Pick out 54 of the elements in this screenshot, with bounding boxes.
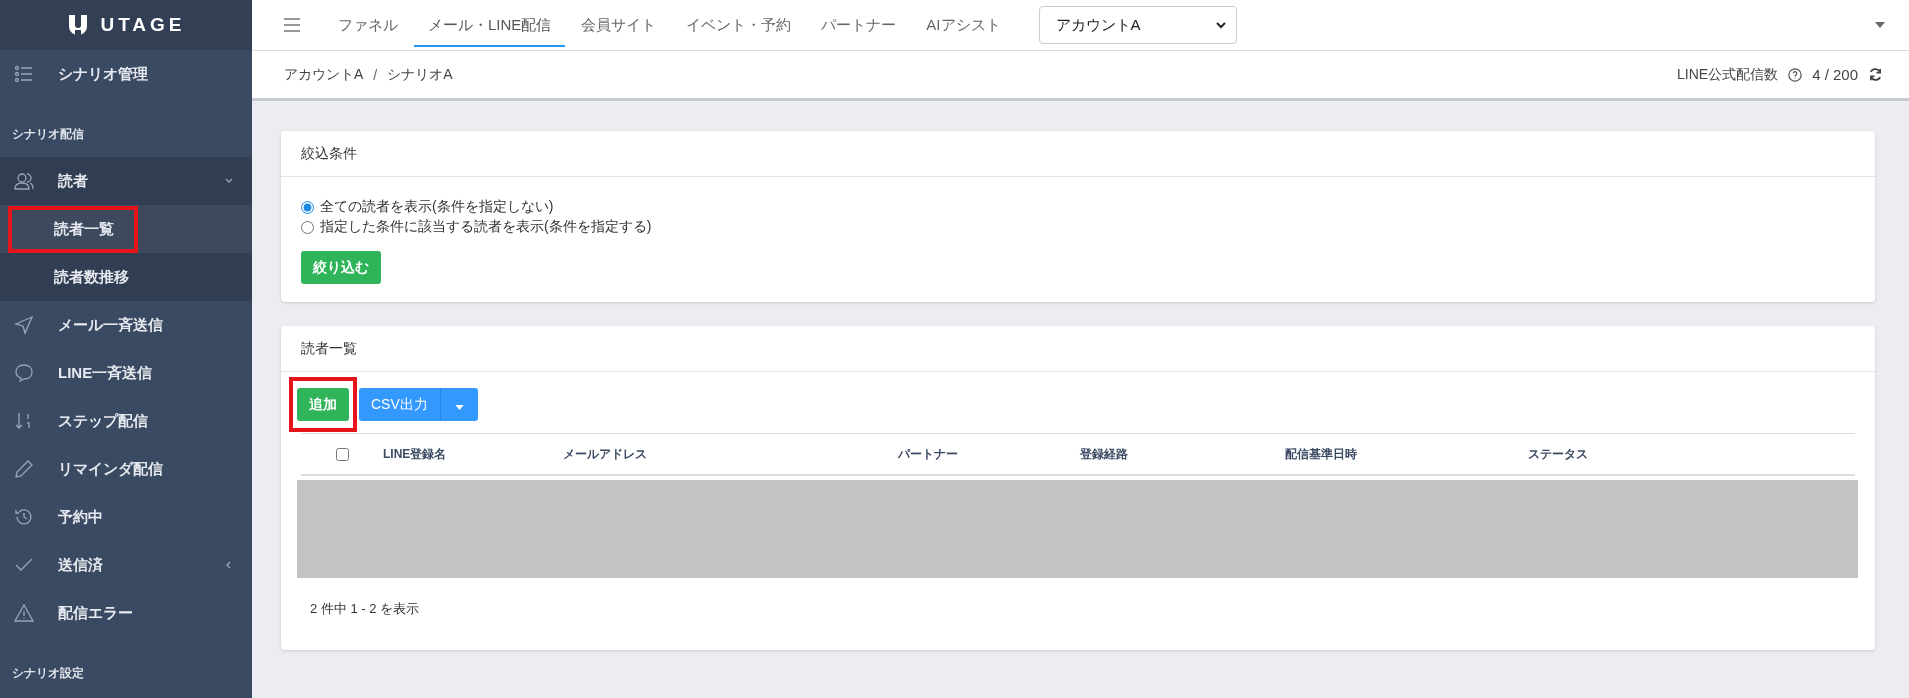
quota-label: LINE公式配信数 xyxy=(1677,65,1779,84)
column-header: 配信基準日時 xyxy=(1285,445,1358,463)
nav-tab[interactable]: メール・LINE配信 xyxy=(414,3,566,47)
nav-tab[interactable]: ファネル xyxy=(324,3,412,47)
select-all-checkbox[interactable] xyxy=(336,447,349,461)
history-icon xyxy=(14,507,34,527)
send-icon xyxy=(14,315,34,335)
column-header: ステータス xyxy=(1528,445,1588,463)
sidebar-item[interactable]: ステップ配信 xyxy=(0,397,252,445)
chat-icon xyxy=(14,363,34,383)
users-icon xyxy=(14,171,34,191)
refresh-icon[interactable] xyxy=(1868,67,1883,82)
radio-label: 指定した条件に該当する読者を表示(条件を指定する) xyxy=(320,218,652,236)
sidebar-item[interactable]: 予約中 xyxy=(0,493,252,541)
card-title: 読者一覧 xyxy=(281,326,1875,372)
sidebar-subitem[interactable]: 読者一覧 xyxy=(0,205,252,253)
nav-tab[interactable]: パートナー xyxy=(807,3,911,47)
quota-value: 4 / 200 xyxy=(1812,66,1858,83)
breadcrumb-link[interactable]: アカウントA xyxy=(284,65,364,84)
column-header: パートナー xyxy=(898,445,959,463)
sidebar-item[interactable]: 読者 xyxy=(0,157,252,205)
sidebar-section-title: シナリオ配信 xyxy=(11,126,85,143)
radio-label: 全ての読者を表示(条件を指定しない) xyxy=(320,198,554,216)
list-icon xyxy=(14,64,34,84)
sidebar-item[interactable]: 配信エラー xyxy=(0,589,252,637)
sidebar-item[interactable]: LINE一斉送信 xyxy=(0,349,252,397)
sidebar-section-title: シナリオ設定 xyxy=(11,665,85,682)
column-header: メールアドレス xyxy=(563,445,648,463)
account-select[interactable]: アカウントA xyxy=(1038,6,1237,44)
logo-text: UTAGE xyxy=(100,14,186,36)
warning-icon xyxy=(14,603,34,623)
dropdown-toggle[interactable] xyxy=(439,388,478,421)
chevron-down-icon xyxy=(1215,20,1226,30)
menu-icon[interactable] xyxy=(284,18,300,32)
help-icon[interactable] xyxy=(1788,67,1803,82)
pagination-summary: 2 件中 1 - 2 を表示 xyxy=(309,600,421,618)
caret-icon[interactable] xyxy=(1875,22,1885,28)
radio-button[interactable] xyxy=(301,200,314,214)
pencil-icon xyxy=(14,459,34,479)
column-header: LINE登録名 xyxy=(383,445,448,463)
sidebar-item[interactable]: シナリオ管理 xyxy=(0,50,252,98)
sidebar-subitem[interactable]: 読者数推移 xyxy=(0,253,252,301)
column-header: 登録経路 xyxy=(1080,445,1129,463)
radio-button[interactable] xyxy=(301,220,314,234)
nav-tab[interactable]: AIアシスト xyxy=(912,3,1015,47)
sidebar-item[interactable]: リマインダ配信 xyxy=(0,445,252,493)
nav-tab[interactable]: イベント・予約 xyxy=(672,3,806,47)
card-title: 絞込条件 xyxy=(281,131,1875,177)
breadcrumb-current: シナリオA xyxy=(387,65,453,84)
caret-icon xyxy=(454,404,464,410)
breadcrumb-separator: / xyxy=(373,66,378,83)
sidebar-item[interactable]: 送信済 xyxy=(0,541,252,589)
sidebar-item[interactable]: メール一斉送信 xyxy=(0,301,252,349)
nav-tab[interactable]: 会員サイト xyxy=(567,3,671,47)
